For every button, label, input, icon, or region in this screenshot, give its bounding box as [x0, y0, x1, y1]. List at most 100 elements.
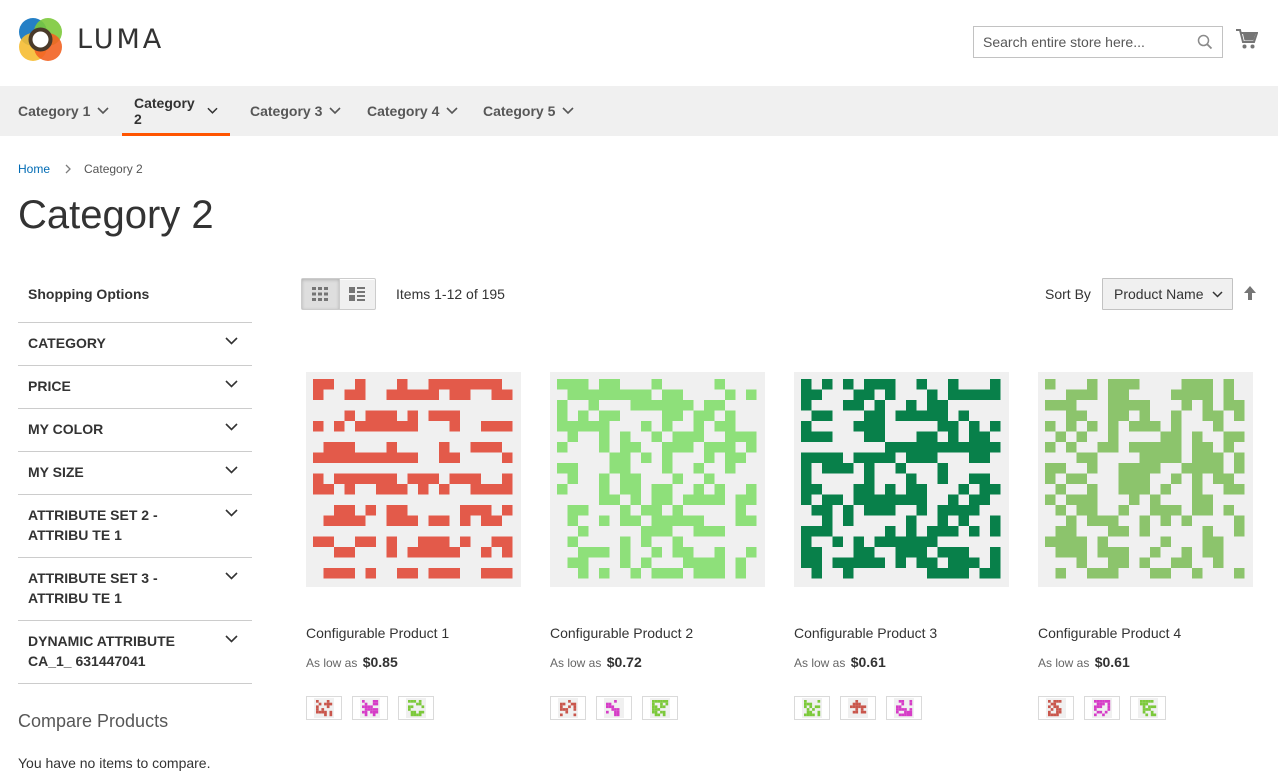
- product-name[interactable]: Configurable Product 1: [306, 625, 449, 641]
- nav-item-category-4[interactable]: Category 4: [367, 86, 458, 136]
- search-input[interactable]: [974, 27, 1189, 57]
- color-swatch[interactable]: [550, 696, 586, 720]
- compare-products-title: Compare Products: [18, 711, 169, 731]
- swatch-pattern: [848, 698, 868, 718]
- product-image[interactable]: [550, 372, 765, 587]
- page-title: Category 2: [18, 193, 214, 237]
- nav-item-category-5[interactable]: Category 5: [483, 86, 574, 136]
- chevron-down-icon: [1212, 291, 1223, 298]
- chevron-down-icon: [225, 509, 238, 517]
- swatch-pattern: [650, 698, 670, 718]
- product-item[interactable]: Configurable Product 4 As low as $0.61: [1038, 372, 1253, 720]
- swatch-pattern: [604, 698, 624, 718]
- sort-by-value: Product Name: [1114, 286, 1204, 302]
- swatch-pattern: [360, 698, 380, 718]
- product-item[interactable]: Configurable Product 1 As low as $0.85: [306, 372, 521, 720]
- chevron-down-icon: [207, 107, 218, 114]
- swatch-pattern: [802, 698, 822, 718]
- color-swatches: [550, 696, 688, 720]
- nav-item-category-3[interactable]: Category 3: [250, 86, 341, 136]
- price-amount: $0.61: [1094, 654, 1130, 670]
- product-name[interactable]: Configurable Product 2: [550, 625, 693, 641]
- header: LUMA: [0, 0, 1278, 86]
- chevron-down-icon: [225, 380, 238, 388]
- price-prefix: As low as: [306, 656, 358, 670]
- list-icon: [349, 287, 366, 301]
- list-view-button[interactable]: [338, 279, 376, 309]
- product-name[interactable]: Configurable Product 4: [1038, 625, 1181, 641]
- swatch-pattern: [558, 698, 578, 718]
- search-icon[interactable]: [1197, 34, 1213, 50]
- color-swatches: [1038, 696, 1176, 720]
- nav-item-label: Category 1: [18, 103, 91, 119]
- breadcrumb: Home Category 2: [18, 162, 143, 176]
- nav-item-category-2[interactable]: Category 2: [122, 86, 230, 136]
- color-swatch[interactable]: [840, 696, 876, 720]
- product-image[interactable]: [794, 372, 1009, 587]
- swatch-pattern: [406, 698, 426, 718]
- filter-dynamic-attribute[interactable]: DYNAMIC ATTRIBUTE CA_1_ 631447041: [18, 621, 252, 684]
- product-image[interactable]: [1038, 372, 1253, 587]
- logo[interactable]: LUMA: [18, 17, 164, 62]
- product-price: As low as $0.61: [794, 654, 886, 670]
- grid-view-button[interactable]: [302, 279, 339, 309]
- nav-item-label: Category 5: [483, 103, 556, 119]
- color-swatch[interactable]: [352, 696, 388, 720]
- filter-label: CATEGORY: [28, 335, 106, 351]
- nav-item-category-1[interactable]: Category 1: [18, 86, 109, 136]
- filter-my-color[interactable]: MY COLOR: [18, 409, 252, 452]
- search-box: [973, 26, 1223, 58]
- color-swatch[interactable]: [642, 696, 678, 720]
- cart-icon[interactable]: [1236, 29, 1258, 50]
- chevron-down-icon: [562, 107, 574, 115]
- swatch-pattern: [1092, 698, 1112, 718]
- product-item[interactable]: Configurable Product 2 As low as $0.72: [550, 372, 765, 720]
- shopping-options-title: Shopping Options: [28, 286, 150, 302]
- color-swatch[interactable]: [794, 696, 830, 720]
- color-swatch[interactable]: [1084, 696, 1120, 720]
- color-swatch[interactable]: [1038, 696, 1074, 720]
- product-price: As low as $0.72: [550, 654, 642, 670]
- color-swatches: [306, 696, 444, 720]
- breadcrumb-home-link[interactable]: Home: [18, 162, 50, 176]
- sort-by-select[interactable]: Product Name: [1102, 278, 1233, 310]
- filter-category[interactable]: CATEGORY: [18, 323, 252, 366]
- color-swatch[interactable]: [596, 696, 632, 720]
- chevron-right-icon: [65, 164, 71, 174]
- color-swatch[interactable]: [398, 696, 434, 720]
- color-swatch[interactable]: [1130, 696, 1166, 720]
- main-navigation: Category 1 Category 2 Category 3 Categor…: [0, 86, 1278, 136]
- filter-label: MY COLOR: [28, 421, 104, 437]
- chevron-down-icon: [225, 572, 238, 580]
- filter-attribute-set-3[interactable]: ATTRIBUTE SET 3 - ATTRIBU TE 1: [18, 558, 252, 621]
- chevron-down-icon: [225, 466, 238, 474]
- product-image[interactable]: [306, 372, 521, 587]
- swatch-pattern: [314, 698, 334, 718]
- filter-label: ATTRIBUTE SET 2 - ATTRIBU TE 1: [28, 507, 158, 543]
- price-prefix: As low as: [550, 656, 602, 670]
- color-swatch[interactable]: [886, 696, 922, 720]
- filter-list: CATEGORY PRICE MY COLOR MY SIZE ATTRIBUT…: [18, 322, 252, 684]
- sort-by-label: Sort By: [1045, 286, 1091, 302]
- price-amount: $0.72: [606, 654, 642, 670]
- filter-price[interactable]: PRICE: [18, 366, 252, 409]
- nav-item-label: Category 2: [134, 95, 195, 127]
- logo-text: LUMA: [77, 24, 165, 55]
- product-item[interactable]: Configurable Product 3 As low as $0.61: [794, 372, 1009, 720]
- swatch-pattern: [1138, 698, 1158, 718]
- chevron-down-icon: [329, 107, 341, 115]
- chevron-down-icon: [225, 423, 238, 431]
- filter-label: DYNAMIC ATTRIBUTE CA_1_ 631447041: [28, 633, 175, 669]
- color-swatch[interactable]: [306, 696, 342, 720]
- arrow-up-icon[interactable]: [1243, 285, 1257, 301]
- product-price: As low as $0.61: [1038, 654, 1130, 670]
- chevron-down-icon: [225, 635, 238, 643]
- filter-my-size[interactable]: MY SIZE: [18, 452, 252, 495]
- filter-attribute-set-2[interactable]: ATTRIBUTE SET 2 - ATTRIBU TE 1: [18, 495, 252, 558]
- filter-label: ATTRIBUTE SET 3 - ATTRIBU TE 1: [28, 570, 158, 606]
- swatch-pattern: [1046, 698, 1066, 718]
- product-name[interactable]: Configurable Product 3: [794, 625, 937, 641]
- filter-label: PRICE: [28, 378, 71, 394]
- view-mode-switcher: [301, 278, 376, 310]
- chevron-down-icon: [446, 107, 458, 115]
